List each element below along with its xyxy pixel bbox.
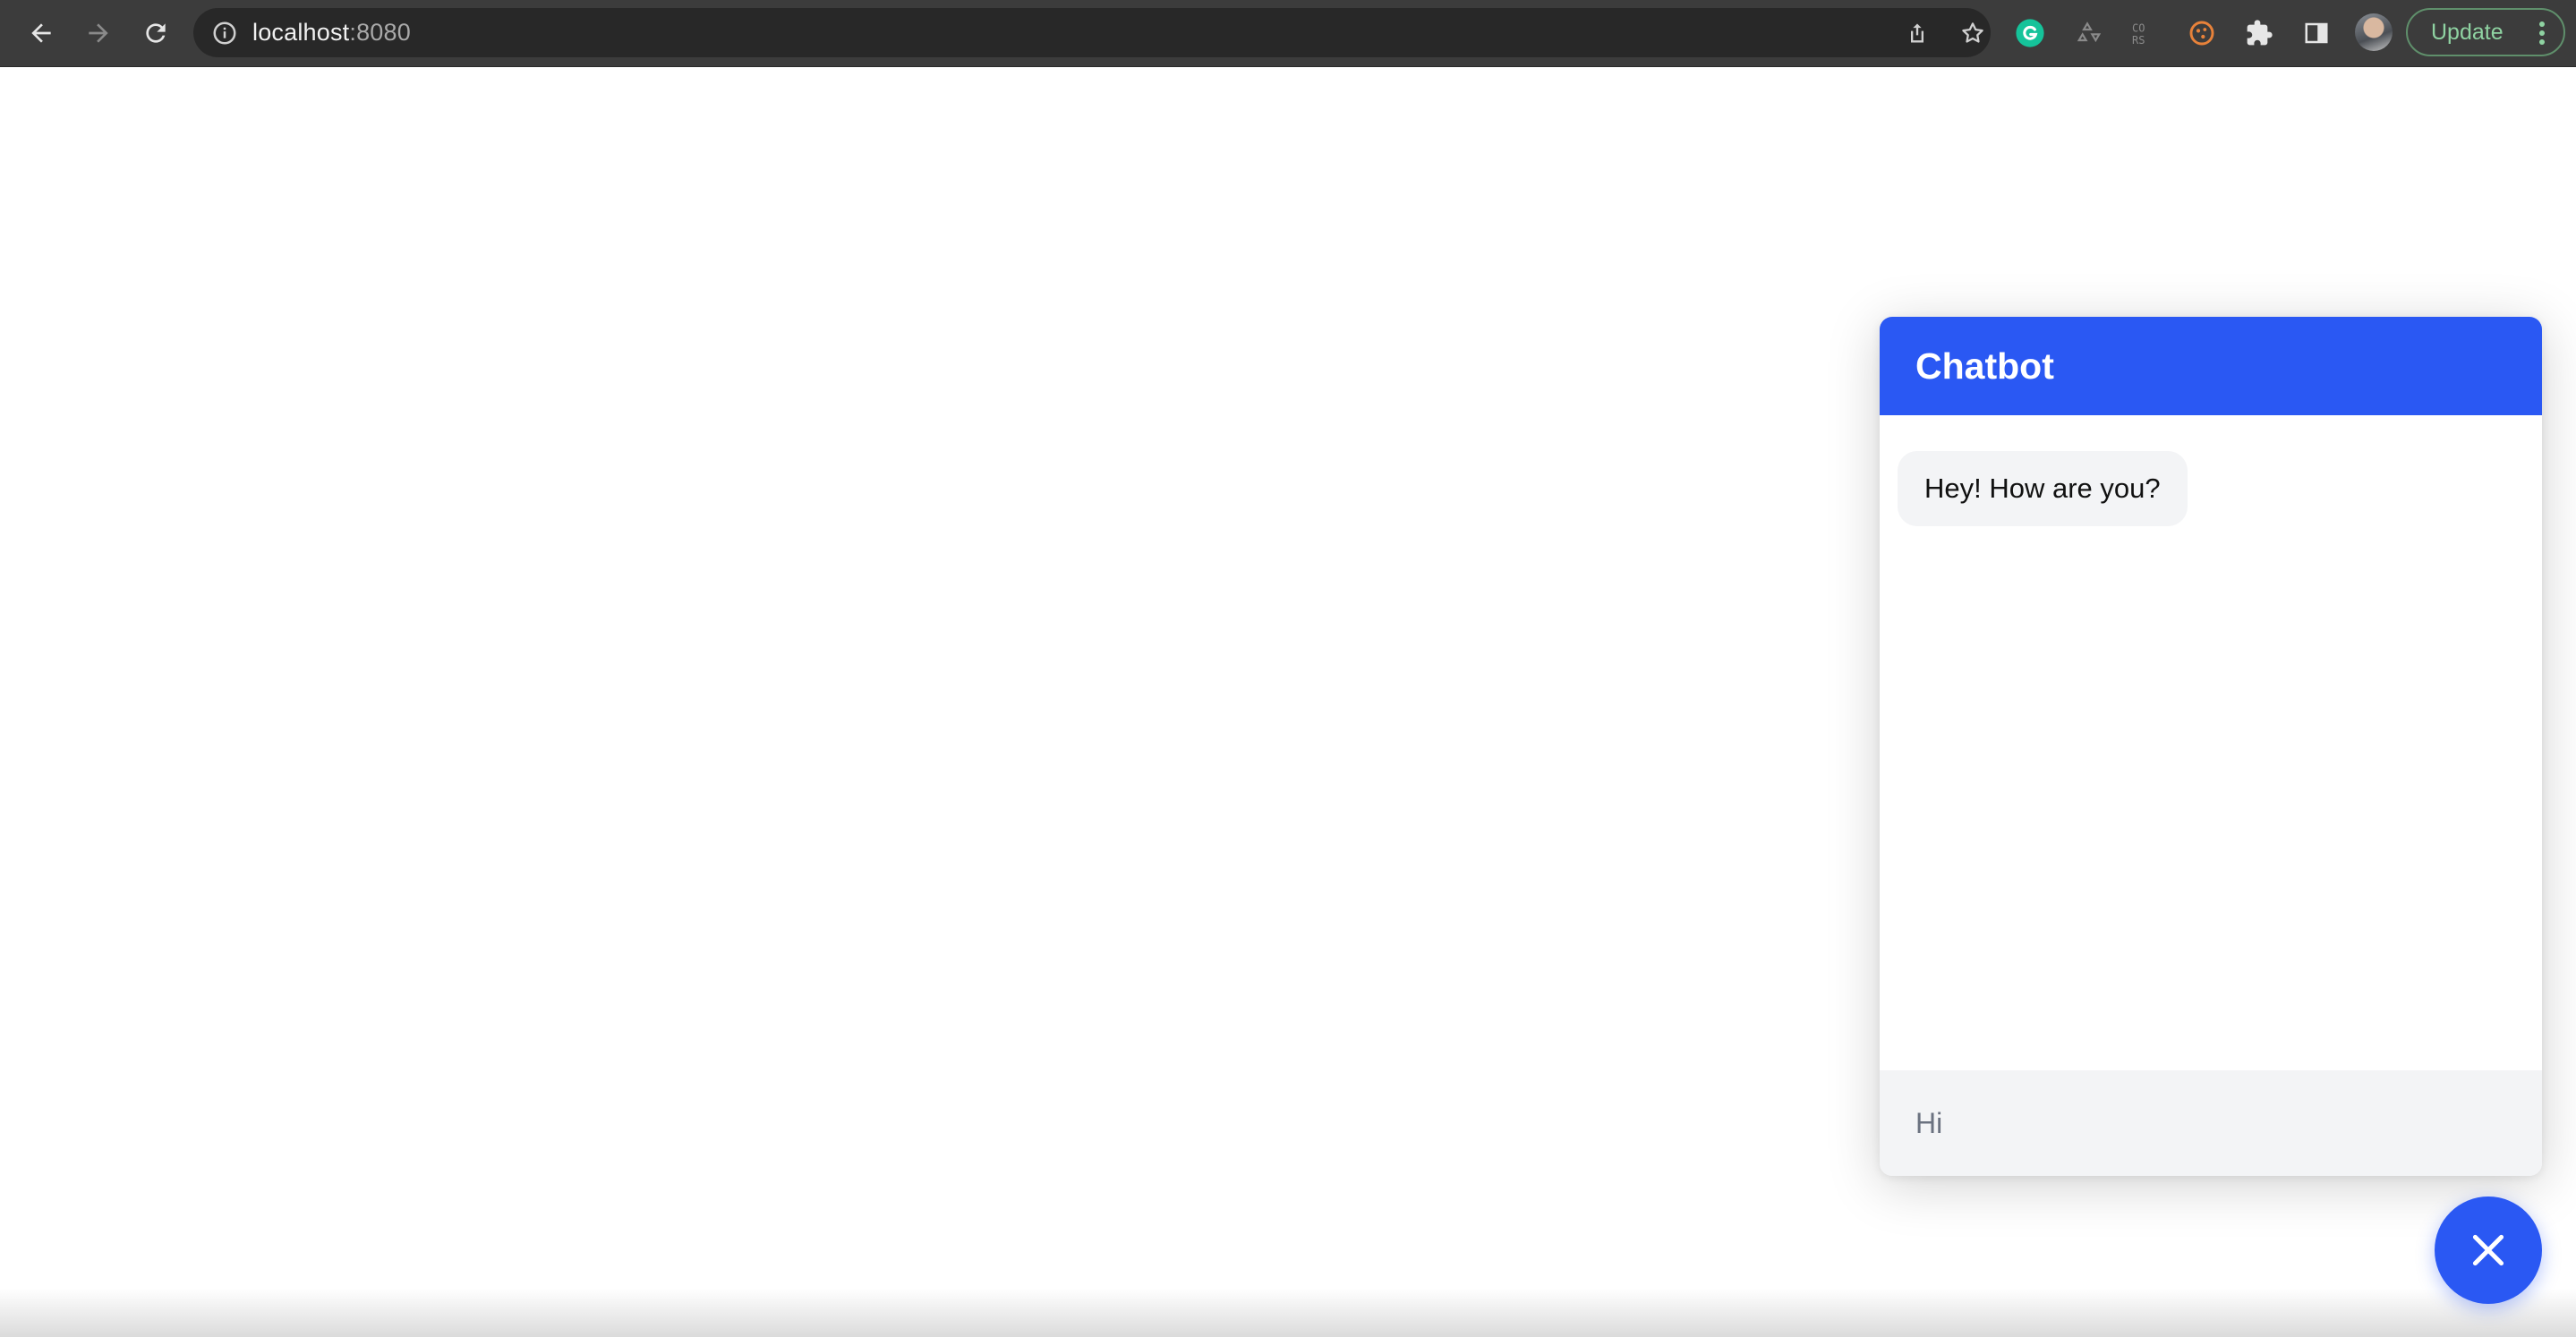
share-icon[interactable]	[1899, 8, 1935, 57]
recycle-icon[interactable]	[2069, 0, 2105, 66]
more-vert-icon[interactable]	[2538, 21, 2546, 52]
chatbot-window: Chatbot Hey! How are you?	[1880, 317, 2542, 1176]
svg-text:CO: CO	[2132, 22, 2145, 35]
profile-avatar[interactable]	[2355, 13, 2393, 51]
address-bar[interactable]: localhost:8080	[193, 8, 1991, 57]
site-info-icon[interactable]	[211, 8, 238, 57]
close-icon	[2472, 1234, 2504, 1266]
url-host: localhost	[252, 19, 350, 46]
cors-icon[interactable]: CO RS	[2125, 0, 2161, 66]
svg-text:RS: RS	[2132, 34, 2145, 47]
update-label: Update	[2431, 19, 2503, 45]
update-button[interactable]: Update	[2406, 8, 2565, 56]
grammarly-icon[interactable]	[2012, 0, 2048, 66]
bookmark-star-icon[interactable]	[1955, 8, 1991, 57]
chatbot-toggle-button[interactable]	[2435, 1196, 2542, 1304]
cookie-icon[interactable]	[2184, 0, 2220, 66]
back-arrow-icon[interactable]	[23, 0, 59, 66]
url-text: localhost:8080	[252, 8, 411, 57]
forward-arrow-icon[interactable]	[81, 0, 116, 66]
reload-icon[interactable]	[138, 0, 174, 66]
puzzle-extensions-icon[interactable]	[2241, 0, 2277, 66]
url-port: :8080	[349, 19, 411, 46]
bot-message: Hey! How are you?	[1898, 451, 2188, 526]
chat-input-area	[1880, 1070, 2542, 1176]
browser-toolbar: localhost:8080 CO RS Update	[0, 0, 2576, 67]
side-panel-icon[interactable]	[2299, 0, 2334, 66]
chatbot-title: Chatbot	[1915, 345, 2054, 387]
page-bottom-shade	[0, 1289, 2576, 1337]
chat-message-input[interactable]	[1880, 1070, 2542, 1176]
chatbot-header: Chatbot	[1880, 317, 2542, 415]
